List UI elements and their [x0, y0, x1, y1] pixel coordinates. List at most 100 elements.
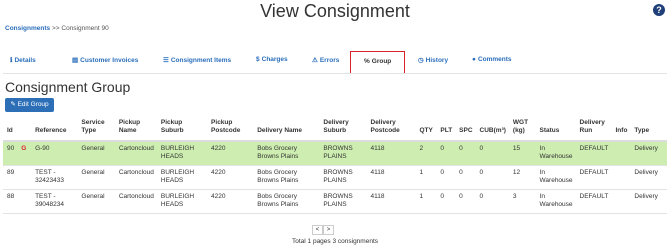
cell-reference[interactable]: G-90 [31, 141, 78, 166]
cell-wgt: 15 [508, 141, 536, 166]
column-header[interactable]: QTY [415, 115, 437, 142]
cell-status: In Warehouse [535, 165, 576, 190]
cell-delivery-run: DEFAULT [575, 189, 612, 214]
column-header[interactable]: Pickup Postcode [207, 115, 254, 142]
cell-qty: 1 [415, 165, 437, 190]
cell-reference[interactable]: TEST - 39048234 [31, 189, 78, 214]
table-row[interactable]: 88 TEST - 39048234 General Cartoncloud B… [3, 189, 667, 214]
pagination-summary: Total 1 pages 3 consignments [292, 238, 378, 245]
table-row[interactable]: 90 G G-90 General Cartoncloud BURLEIGH H… [3, 141, 667, 166]
prev-page-button[interactable]: < [312, 225, 323, 235]
tab-charges[interactable]: $ Charges [256, 56, 288, 63]
column-header[interactable]: Delivery Postcode [366, 115, 416, 142]
tab-group[interactable]: % Group [350, 51, 406, 74]
cell-delivery-name: Bobs Grocery Browns Plains [253, 141, 320, 166]
column-header[interactable]: Info [611, 115, 631, 142]
tab-label: Customer Invoices [80, 57, 139, 64]
cell-info [611, 165, 631, 190]
cell-delivery-run: DEFAULT [575, 141, 612, 166]
cell-delivery-name: Bobs Grocery Browns Plains [253, 189, 320, 214]
table-row[interactable]: 89 TEST - 32423433 General Cartoncloud B… [3, 165, 667, 190]
cell-cub: 0 [475, 141, 509, 166]
tab-history[interactable]: ◷ History [418, 56, 448, 64]
cell-spc: 0 [455, 141, 476, 166]
breadcrumb-separator: >> [51, 25, 60, 32]
tab-divider [3, 73, 667, 74]
info-icon: ℹ [10, 57, 13, 64]
tab-label: Errors [319, 57, 340, 64]
column-header[interactable]: WGT (kg) [508, 115, 536, 142]
column-header[interactable]: Delivery Run [575, 115, 612, 142]
cell-qty: 1 [415, 189, 437, 214]
breadcrumb: Consignments >> Consignment 90 [5, 25, 109, 32]
edit-group-label: Edit Group [17, 101, 49, 108]
tab-label: Charges [261, 56, 288, 63]
cell-delivery-postcode: 4118 [366, 141, 416, 166]
invoice-icon: ▤ [72, 57, 79, 64]
cell-pickup-suburb: BURLEIGH HEADS [156, 141, 208, 166]
group-badge: G [17, 141, 32, 166]
cell-id: 88 [3, 189, 18, 214]
tab-consignment-items[interactable]: ☰ Consignment Items [163, 56, 231, 64]
column-header[interactable]: Reference [31, 115, 78, 142]
cell-reference[interactable]: TEST - 32423433 [31, 165, 78, 190]
column-header[interactable]: Delivery Suburb [319, 115, 367, 142]
cell-delivery-name: Bobs Grocery Browns Plains [253, 165, 320, 190]
cell-plt: 0 [436, 189, 456, 214]
group-badge [17, 165, 32, 190]
cell-qty: 2 [415, 141, 437, 166]
question-circle-icon[interactable]: ? [653, 4, 665, 16]
column-header[interactable]: PLT [436, 115, 456, 142]
breadcrumb-consignments-link[interactable]: Consignments [5, 25, 50, 32]
column-header[interactable]: Status [535, 115, 576, 142]
column-header[interactable]: Id [3, 115, 18, 142]
cell-wgt: 12 [508, 165, 536, 190]
cell-pickup-name: Cartoncloud [114, 165, 157, 190]
column-header[interactable]: CUB(m³) [475, 115, 509, 142]
cell-service-type: General [77, 141, 115, 166]
cell-delivery-suburb: BROWNS PLAINS [319, 141, 367, 166]
clock-icon: ◷ [418, 57, 424, 64]
cell-pickup-postcode: 4220 [207, 141, 254, 166]
cell-info [611, 189, 631, 214]
cell-delivery-run: DEFAULT [575, 165, 612, 190]
cell-plt: 0 [436, 165, 456, 190]
cell-cub: 0 [475, 189, 509, 214]
column-header[interactable]: Pickup Name [114, 115, 157, 142]
cell-id: 89 [3, 165, 18, 190]
list-icon: ☰ [163, 57, 169, 64]
column-header[interactable]: Delivery Name [253, 115, 320, 142]
cell-cub: 0 [475, 165, 509, 190]
cell-delivery-postcode: 4118 [366, 165, 416, 190]
tab-errors[interactable]: ⚠ Errors [312, 56, 339, 64]
cell-delivery-suburb: BROWNS PLAINS [319, 189, 367, 214]
edit-group-button[interactable]: ✎ Edit Group [5, 98, 54, 112]
column-header[interactable]: SPC [455, 115, 476, 142]
cell-type: Delivery [630, 165, 667, 190]
cell-id: 90 [3, 141, 18, 166]
column-header[interactable]: Type [630, 115, 667, 142]
dollar-icon: $ [256, 56, 260, 63]
next-page-button[interactable]: > [323, 225, 334, 235]
tab-bar: ℹ Details ▤ Customer Invoices ☰ Consignment… [0, 42, 670, 74]
tab-label: Consignment Items [170, 57, 232, 64]
tab-customer-invoices[interactable]: ▤ Customer Invoices [72, 56, 138, 64]
tab-label: Comments [477, 56, 512, 63]
tab-details[interactable]: ℹ Details [10, 56, 36, 64]
cell-pickup-name: Cartoncloud [114, 189, 157, 214]
page-title: View Consignment [260, 1, 410, 21]
table-header-row: Id Reference Service Type Pickup Name Pi… [3, 115, 667, 142]
cell-pickup-suburb: BURLEIGH HEADS [156, 165, 208, 190]
tab-comments[interactable]: ● Comments [472, 56, 512, 63]
cell-plt: 0 [436, 141, 456, 166]
group-badge [17, 189, 32, 214]
cell-type: Delivery [630, 141, 667, 166]
pagination: < > [312, 225, 334, 235]
cell-info [611, 141, 631, 166]
cell-spc: 0 [455, 165, 476, 190]
column-header[interactable]: Pickup Suburb [156, 115, 208, 142]
cell-spc: 0 [455, 189, 476, 214]
column-header[interactable]: Service Type [77, 115, 115, 142]
warning-icon: ⚠ [312, 57, 318, 64]
cell-type: Delivery [630, 189, 667, 214]
